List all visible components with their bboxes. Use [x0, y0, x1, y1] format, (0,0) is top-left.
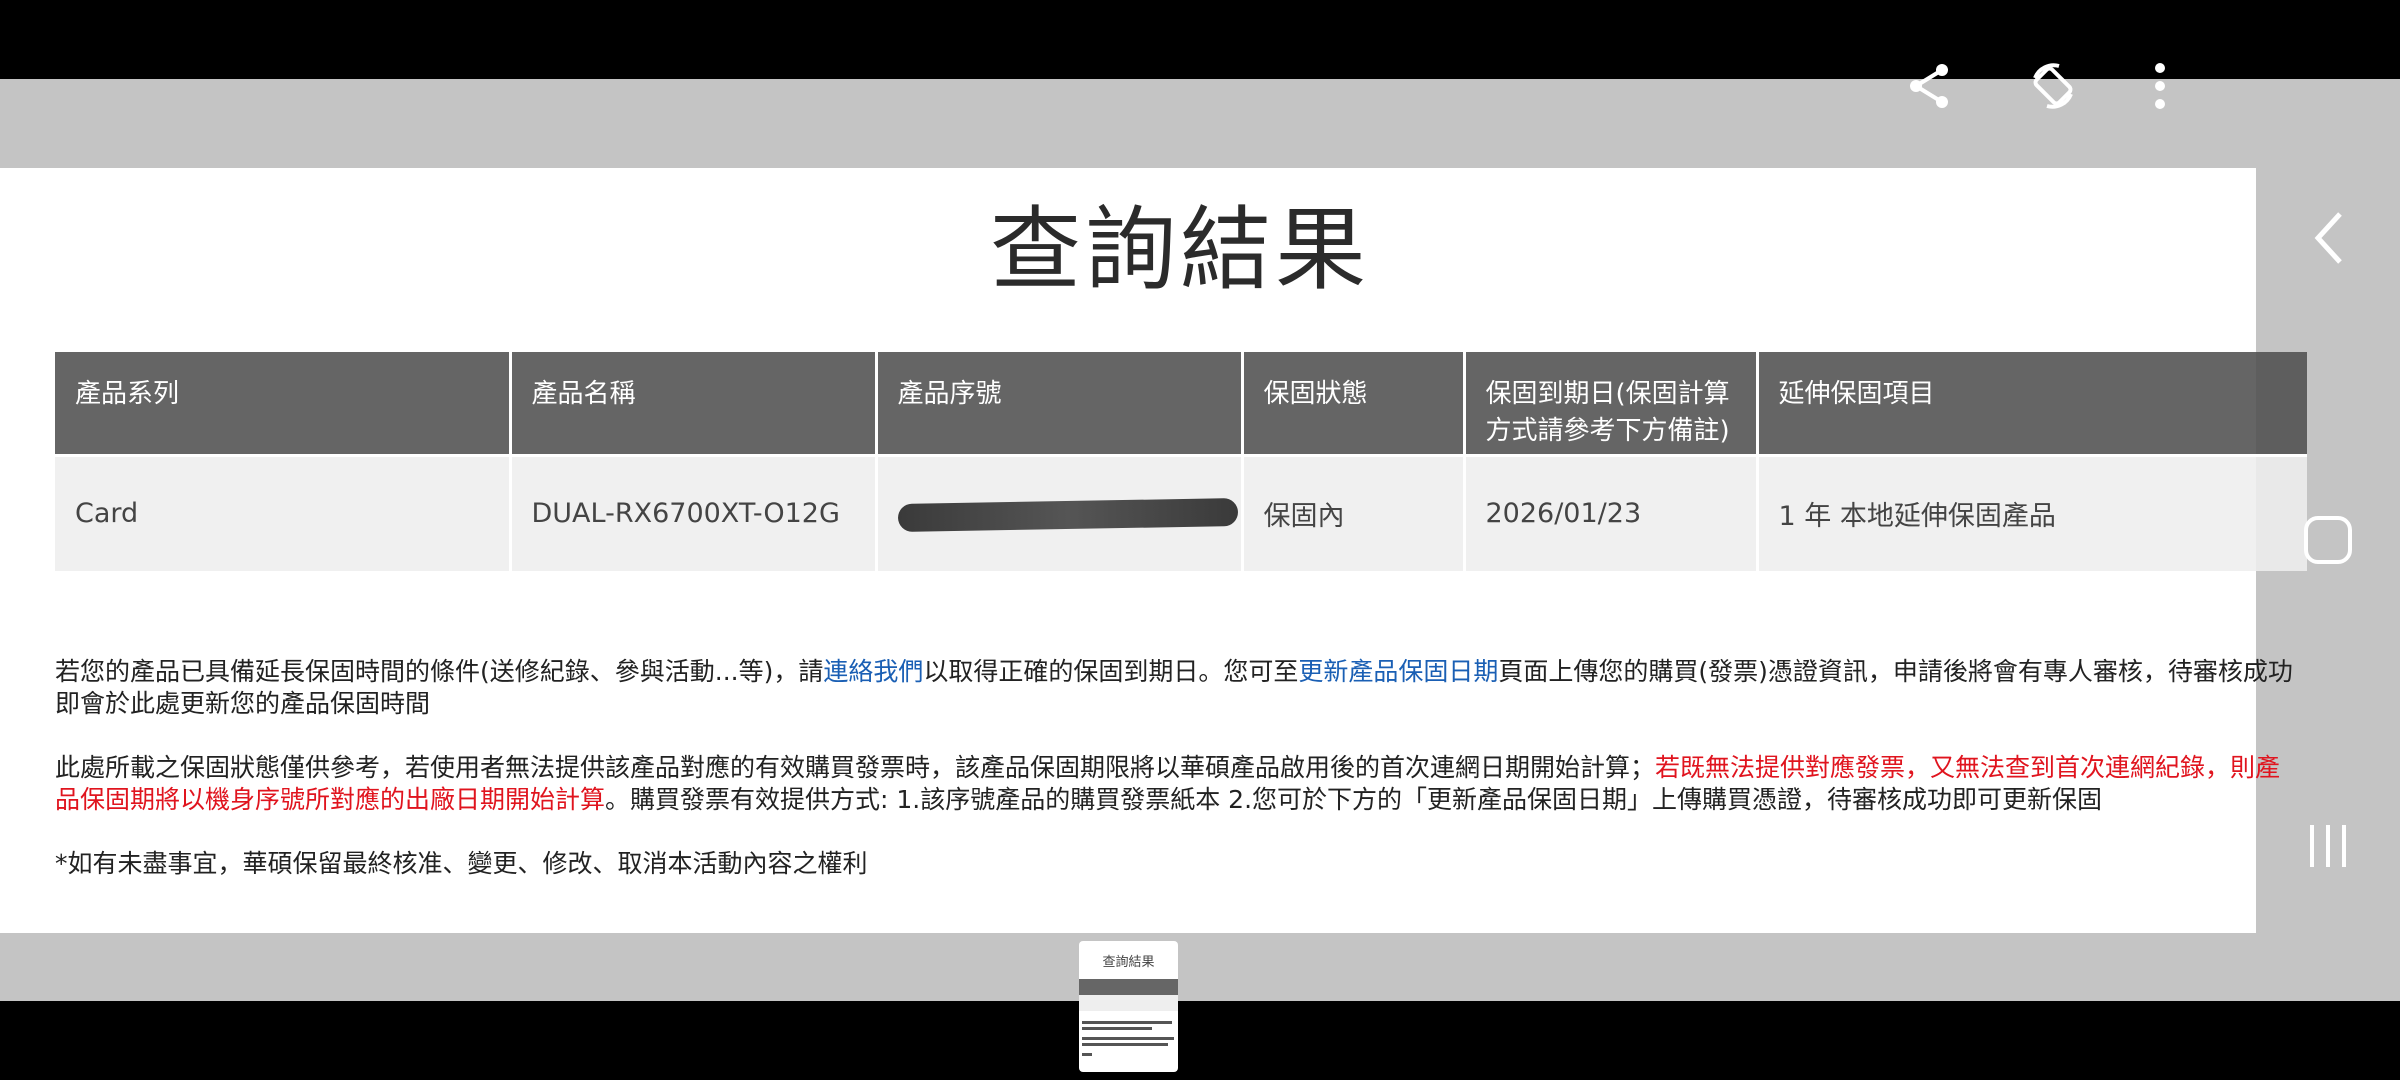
note-text: 。購買發票有效提供方式: 1.該序號產品的購買發票紙本 2.您可於下方的「更新產… — [605, 785, 2103, 814]
page-title: 查詢結果 — [989, 198, 1370, 303]
header-warranty-expiry: 保固到期日(保固計算方式請參考下方備註) — [1464, 352, 1759, 455]
update-warranty-date-link[interactable]: 更新產品保固日期 — [1298, 657, 1498, 686]
thumbnail-text-line — [1082, 1027, 1152, 1030]
cell-serial-number — [876, 453, 1244, 571]
thumbnail-title: 查詢結果 — [1102, 955, 1155, 970]
redacted-serial — [897, 497, 1238, 532]
thumbnail-table-header — [1079, 979, 1178, 995]
home-square-icon[interactable] — [2298, 510, 2358, 570]
cell-product-series: Card — [55, 453, 512, 571]
thumbnail-table-row — [1079, 995, 1178, 1011]
header-product-series: 產品系列 — [55, 352, 512, 455]
cell-extended-warranty: 1 年 本地延伸保固產品 — [1757, 453, 2307, 571]
thumbnail-text-line — [1082, 1043, 1168, 1046]
note-disclaimer: 此處所載之保固狀態僅供參考，若使用者無法提供該產品對應的有效購買發票時，該產品保… — [55, 752, 2305, 816]
rotate-icon[interactable] — [2023, 56, 2083, 116]
table-row: Card DUAL-RX6700XT-O12G 保固內 2026/01/23 1… — [55, 453, 2307, 571]
contact-us-link[interactable]: 連絡我們 — [823, 657, 923, 686]
header-serial-number: 產品序號 — [876, 352, 1244, 455]
note-text: 若您的產品已具備延長保固時間的條件(送修紀錄、參與活動...等)，請 — [55, 657, 824, 686]
cell-warranty-status: 保固內 — [1242, 453, 1466, 571]
thumbnail-text-line — [1082, 1037, 1174, 1040]
note-text: 以取得正確的保固到期日。您可至 — [923, 657, 1299, 686]
warranty-notes: 若您的產品已具備延長保固時間的條件(送修紀錄、參與活動...等)，請連絡我們以取… — [55, 656, 2305, 912]
note-text: 此處所載之保固狀態僅供參考，若使用者無法提供該產品對應的有效購買發票時，該產品保… — [55, 753, 1656, 782]
thumbnail-text-line — [1082, 1021, 1172, 1024]
table-header-row: 產品系列 產品名稱 產品序號 保固狀態 保固到期日(保固計算方式請參考下方備註)… — [55, 352, 2307, 455]
cell-product-name: DUAL-RX6700XT-O12G — [510, 453, 878, 571]
header-product-name: 產品名稱 — [510, 352, 878, 455]
thumbnail-text-line — [1082, 1053, 1092, 1056]
page-thumbnail[interactable]: 查詢結果 — [1079, 941, 1178, 1072]
note-extension: 若您的產品已具備延長保固時間的條件(送修紀錄、參與活動...等)，請連絡我們以取… — [55, 656, 2305, 720]
cell-warranty-expiry: 2026/01/23 — [1464, 453, 1759, 571]
note-rights: *如有未盡事宜，華碩保留最終核准、變更、修改、取消本活動內容之權利 — [55, 849, 868, 878]
header-warranty-status: 保固狀態 — [1242, 352, 1466, 455]
recents-icon[interactable] — [2298, 816, 2358, 876]
share-icon[interactable] — [1900, 56, 1960, 116]
more-vert-icon[interactable] — [2130, 56, 2190, 116]
screenshot-content: 查詢結果 產品系列 產品名稱 產品序號 保固狀態 保固到期日(保固計算方式請參考… — [0, 168, 2307, 933]
back-chevron-icon[interactable] — [2300, 208, 2360, 268]
header-extended-warranty: 延伸保固項目 — [1757, 352, 2307, 455]
warranty-result-table: 產品系列 產品名稱 產品序號 保固狀態 保固到期日(保固計算方式請參考下方備註)… — [55, 352, 2307, 571]
